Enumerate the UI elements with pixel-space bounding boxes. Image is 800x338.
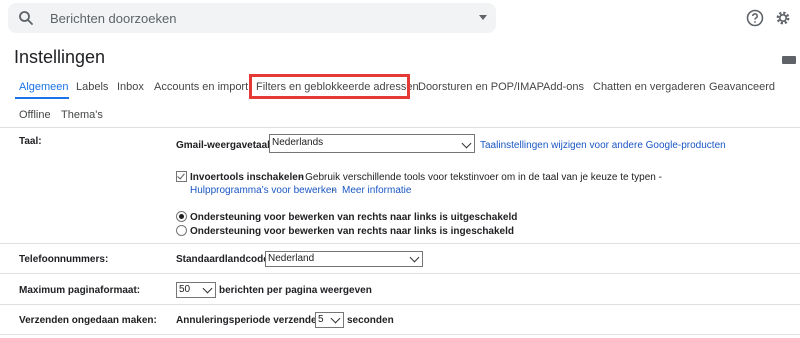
tabs-divider xyxy=(0,127,800,128)
input-tools-description: - Gebruik verschillende tools voor tekst… xyxy=(299,172,662,183)
tab-advanced[interactable]: Geavanceerd xyxy=(709,81,775,93)
tab-forwarding[interactable]: Doorsturen en POP/IMAP xyxy=(418,81,544,93)
rtl-off-label: Ondersteuning voor bewerken van rechts n… xyxy=(190,212,518,223)
row-divider xyxy=(0,243,800,244)
search-icon[interactable] xyxy=(18,10,34,26)
edit-tools-link[interactable]: Hulpprogramma's voor bewerken xyxy=(190,185,337,196)
row-divider xyxy=(0,334,800,335)
top-bar: Berichten doorzoeken xyxy=(0,0,800,40)
chevron-down-icon xyxy=(461,138,472,149)
tab-inbox[interactable]: Inbox xyxy=(117,81,144,93)
rtl-off-radio[interactable] xyxy=(176,211,187,222)
phone-label: Telefoonnummers: xyxy=(19,254,109,265)
display-language-select[interactable]: Nederlands xyxy=(269,134,475,153)
search-options-icon[interactable] xyxy=(479,15,487,20)
page-size-suffix: berichten per pagina weergeven xyxy=(219,285,372,296)
row-divider xyxy=(0,304,800,305)
chevron-down-icon xyxy=(330,313,341,324)
chevron-down-icon xyxy=(202,283,213,294)
country-code-label: Standaardlandcode: xyxy=(176,254,273,265)
link-separator: - xyxy=(332,185,336,196)
input-tools-icon[interactable] xyxy=(782,56,796,64)
tab-addons[interactable]: Add-ons xyxy=(543,81,584,93)
tab-offline[interactable]: Offline xyxy=(19,109,51,121)
tab-accounts-import[interactable]: Accounts en import xyxy=(154,81,248,93)
highlight-box xyxy=(249,74,410,99)
search-bar[interactable]: Berichten doorzoeken xyxy=(8,3,496,33)
input-tools-label: Invoertools inschakelen xyxy=(190,172,304,183)
undo-period-value: 5 xyxy=(318,314,324,325)
tab-algemeen[interactable]: Algemeen xyxy=(19,81,69,93)
tab-themes[interactable]: Thema's xyxy=(61,109,103,121)
row-divider xyxy=(0,273,800,274)
rtl-on-radio[interactable] xyxy=(176,225,187,236)
undo-send-label: Verzenden ongedaan maken: xyxy=(19,315,157,326)
undo-period-label: Annuleringsperiode verzenden: xyxy=(176,315,327,326)
radio-selected-dot xyxy=(179,214,184,219)
display-language-value: Nederlands xyxy=(272,137,324,148)
more-info-link[interactable]: Meer informatie xyxy=(342,185,411,196)
country-code-value: Nederland xyxy=(268,253,315,264)
language-label: Taal: xyxy=(19,136,42,147)
page-size-select[interactable]: 50 xyxy=(176,282,216,298)
page-size-label: Maximum paginaformaat: xyxy=(19,285,141,296)
tab-chat-meet[interactable]: Chatten en vergaderen xyxy=(593,81,706,93)
display-language-label: Gmail-weergavetaal: xyxy=(176,140,274,151)
input-tools-checkbox[interactable] xyxy=(176,171,187,182)
page-size-value: 50 xyxy=(179,284,191,295)
active-tab-indicator xyxy=(15,97,69,99)
rtl-on-label: Ondersteuning voor bewerken van rechts n… xyxy=(190,226,514,237)
help-icon[interactable] xyxy=(746,9,764,27)
country-code-select[interactable]: Nederland xyxy=(265,251,423,267)
undo-period-select[interactable]: 5 xyxy=(315,312,344,328)
search-input[interactable]: Berichten doorzoeken xyxy=(50,11,176,26)
chevron-down-icon xyxy=(409,252,420,263)
undo-period-suffix: seconden xyxy=(347,315,394,326)
tab-labels[interactable]: Labels xyxy=(76,81,108,93)
check-icon xyxy=(177,171,185,180)
language-settings-link[interactable]: Taalinstellingen wijzigen voor andere Go… xyxy=(480,140,726,151)
page-title: Instellingen xyxy=(14,47,106,67)
gear-icon[interactable] xyxy=(774,9,792,27)
